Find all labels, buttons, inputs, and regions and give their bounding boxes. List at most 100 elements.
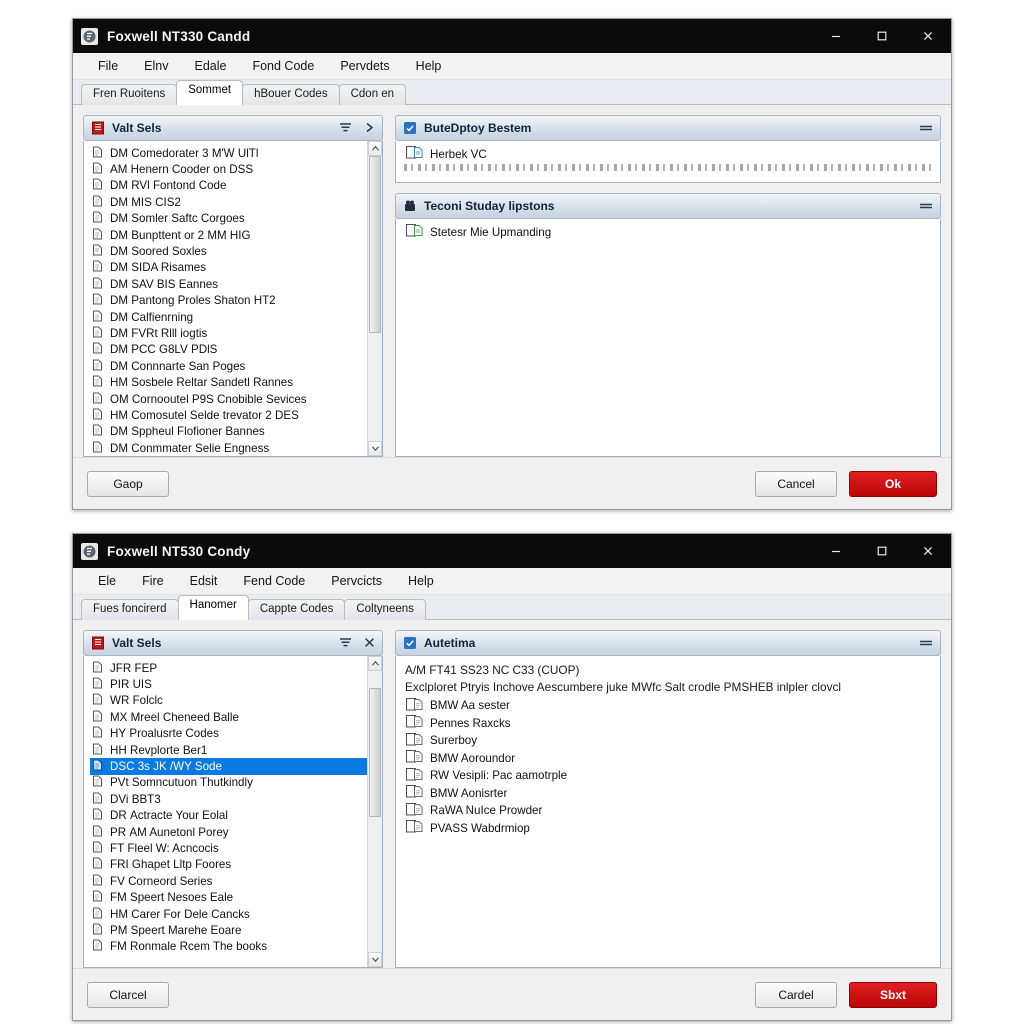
- checkbox-document-icon[interactable]: [406, 767, 424, 784]
- list-item[interactable]: HH Revplorte Ber1: [90, 742, 367, 758]
- list-item[interactable]: DM MIS CIS2: [90, 194, 367, 210]
- scroll-thumb[interactable]: [369, 156, 381, 333]
- list-item[interactable]: Pennes Raxcks: [404, 715, 932, 733]
- list-item[interactable]: FM Ronmale Rcem The books: [90, 939, 367, 955]
- window1-titlebar[interactable]: Foxwell NT330 Candd: [73, 19, 951, 53]
- list-item[interactable]: OM Cornooutel P9S Cnobible Sevices: [90, 391, 367, 407]
- cancel-button[interactable]: Cancel: [755, 470, 837, 497]
- menu-help[interactable]: Help: [403, 57, 455, 75]
- scroll-track[interactable]: [368, 156, 382, 441]
- menu-fend-code[interactable]: Fend Code: [230, 572, 318, 590]
- filter-icon[interactable]: [339, 122, 352, 135]
- tab-hanomer[interactable]: Hanomer: [177, 595, 249, 620]
- list-item[interactable]: FM Speert Nesoes Eale: [90, 889, 367, 905]
- list-item[interactable]: PIR UIS: [90, 676, 367, 692]
- minimize-icon[interactable]: [813, 534, 859, 568]
- tab-fues-foncirerd[interactable]: Fues foncirerd: [81, 599, 179, 620]
- close-icon[interactable]: [905, 534, 951, 568]
- list-item[interactable]: RW Vesipli: Pac aamotrple: [404, 767, 932, 785]
- list-item[interactable]: DM Pantong Proles Shaton HT2: [90, 293, 367, 309]
- window1-vehicle-listbox[interactable]: DM Comedorater 3 M'W UlTl AM Henern Cood…: [83, 141, 383, 457]
- teconi-studay-body[interactable]: Stetesr Mie Upmanding: [395, 219, 941, 457]
- menu-elnv[interactable]: Elnv: [131, 57, 181, 75]
- list-item[interactable]: DM RVl Fontond Code: [90, 178, 367, 194]
- window1-list-scrollbar[interactable]: [367, 141, 382, 456]
- list-item[interactable]: Herbek VC: [404, 146, 932, 162]
- menu-file[interactable]: File: [85, 57, 131, 75]
- menu-fire[interactable]: Fire: [129, 572, 177, 590]
- list-item[interactable]: DM Connnarte San Poges: [90, 358, 367, 374]
- scroll-up-icon[interactable]: [368, 656, 382, 671]
- tab-hbouer-codes[interactable]: hBouer Codes: [242, 84, 340, 105]
- checkbox-document-icon[interactable]: [406, 146, 424, 162]
- list-item[interactable]: Stetesr Mie Upmanding: [404, 224, 932, 240]
- list-item[interactable]: DVi BBT3: [90, 791, 367, 807]
- scroll-down-icon[interactable]: [368, 441, 382, 456]
- tab-fren-ruoitens[interactable]: Fren Ruoitens: [81, 84, 178, 105]
- list-item[interactable]: DM Somler Saftc Corgoes: [90, 211, 367, 227]
- list-item[interactable]: DM Sppheul Flofioner Bannes: [90, 424, 367, 440]
- menu-pervcicts[interactable]: Pervcicts: [318, 572, 395, 590]
- list-item[interactable]: HM Sosbele Reltar Sandetl Rannes: [90, 374, 367, 390]
- list-item[interactable]: WR Folclc: [90, 693, 367, 709]
- list-item[interactable]: PVt Somncutuon Thutkindly: [90, 775, 367, 791]
- list-item[interactable]: DM SAV BIS Eannes: [90, 276, 367, 292]
- list-item[interactable]: DM PCC G8LV PDlS: [90, 342, 367, 358]
- menu-edale[interactable]: Edale: [181, 57, 239, 75]
- window2-list-scrollbar[interactable]: [367, 656, 382, 967]
- autetima-body[interactable]: A/M FT41 SS23 NC C33 (CUOP) Exclploret P…: [395, 656, 941, 968]
- checkbox-document-icon[interactable]: [406, 785, 424, 801]
- list-item[interactable]: HY Proalusrte Codes: [90, 726, 367, 742]
- collapse-icon[interactable]: [919, 200, 933, 213]
- tab-coltyneens[interactable]: Coltyneens: [344, 599, 426, 620]
- list-item[interactable]: DM FVRt Rlll iogtis: [90, 325, 367, 341]
- list-item[interactable]: DM Calfienrning: [90, 309, 367, 325]
- checkbox-document-icon[interactable]: [406, 750, 424, 766]
- list-item[interactable]: MX Mreel Cheneed Balle: [90, 709, 367, 725]
- ok-button[interactable]: Ok: [849, 470, 937, 497]
- tab-cdon-en[interactable]: Cdon en: [338, 84, 407, 105]
- tab-sommet[interactable]: Sommet: [176, 80, 244, 105]
- cancel-button[interactable]: Cardel: [755, 981, 837, 1008]
- collapse-icon[interactable]: [919, 122, 933, 135]
- list-item[interactable]: HM Comosutel Selde trevator 2 DES: [90, 407, 367, 423]
- list-item-selected[interactable]: DSC 3s JK /WY Sode: [90, 758, 367, 775]
- list-item[interactable]: DM SIDA Risames: [90, 260, 367, 276]
- list-item[interactable]: DM Comedorater 3 M'W UlTl: [90, 145, 367, 161]
- maximize-icon[interactable]: [859, 19, 905, 53]
- window2-titlebar[interactable]: Foxwell NT530 Condy: [73, 534, 951, 568]
- list-item[interactable]: DR Actracte Your Eolal: [90, 808, 367, 824]
- close-small-icon[interactable]: [364, 637, 375, 650]
- checkbox-document-icon[interactable]: [406, 697, 424, 714]
- butedptoy-bestem-body[interactable]: Herbek VC: [395, 141, 941, 183]
- chevron-right-icon[interactable]: [364, 122, 375, 135]
- list-item[interactable]: DM Soored Soxles: [90, 243, 367, 259]
- maximize-icon[interactable]: [859, 534, 905, 568]
- menu-fond-code[interactable]: Fond Code: [239, 57, 327, 75]
- scroll-down-icon[interactable]: [368, 952, 382, 967]
- scroll-track[interactable]: [368, 671, 382, 952]
- list-item[interactable]: BMW Aonisrter: [404, 785, 932, 803]
- checkbox-document-icon[interactable]: [406, 224, 424, 240]
- checkbox-document-icon[interactable]: [406, 715, 424, 731]
- list-item[interactable]: BMW Aoroundor: [404, 750, 932, 768]
- list-item[interactable]: RaWA NuIce Prowder: [404, 802, 932, 820]
- close-icon[interactable]: [905, 19, 951, 53]
- list-item[interactable]: PM Speert Marehe Eoare: [90, 922, 367, 938]
- list-item[interactable]: DM Bunpttent or 2 MM HIG: [90, 227, 367, 243]
- checkbox-document-icon[interactable]: [406, 820, 424, 836]
- window2-vehicle-listbox[interactable]: JFR FEP PIR UIS WR Folclc MX Mreel Chene…: [83, 656, 383, 968]
- tab-cappte-codes[interactable]: Cappte Codes: [247, 599, 346, 620]
- collapse-icon[interactable]: [919, 637, 933, 650]
- checkbox-document-icon[interactable]: [406, 732, 424, 749]
- checkbox-document-icon[interactable]: [406, 802, 424, 819]
- menu-edsit[interactable]: Edsit: [177, 572, 231, 590]
- menu-pervdets[interactable]: Pervdets: [327, 57, 402, 75]
- list-item[interactable]: AM Henern Cooder on DSS: [90, 161, 367, 177]
- clarcel-button[interactable]: Clarcel: [87, 981, 169, 1008]
- list-item[interactable]: HM Carer For Dele Cancks: [90, 906, 367, 922]
- list-item[interactable]: PVASS Wabdrmiop: [404, 820, 932, 838]
- list-item[interactable]: PR AM Aunetonl Porey: [90, 824, 367, 840]
- gaop-button[interactable]: Gaop: [87, 470, 169, 497]
- menu-help[interactable]: Help: [395, 572, 447, 590]
